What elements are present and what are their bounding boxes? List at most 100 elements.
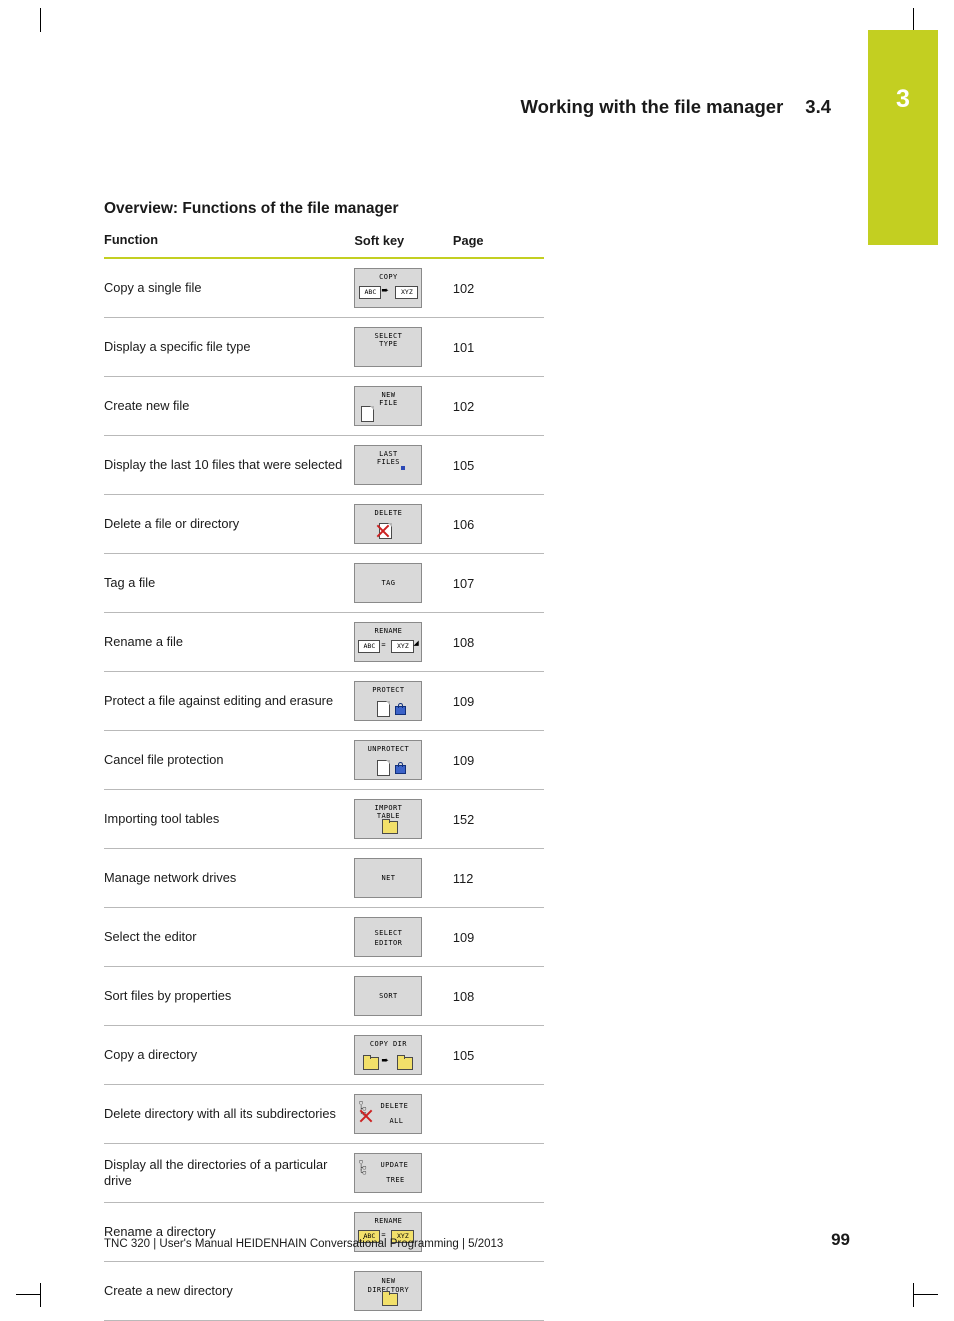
softkey-label: IMPORT [374,804,403,813]
net-softkey[interactable]: NET [354,858,423,899]
crop-mark-bottom-right [913,1283,914,1307]
new-directory-softkey[interactable]: NEW DIRECTORY [354,1271,423,1312]
cell-softkey: NEW FILE [354,376,445,437]
crop-mark-bottom-left [40,1283,41,1307]
file-manager-functions-table: Function Soft key Page Copy a single fil… [104,232,544,1321]
chapter-tab: 3 [868,30,938,245]
function-label: Tag a file [104,575,156,591]
function-label: Cancel file protection [104,752,224,768]
function-label: Importing tool tables [104,811,220,827]
softkey-label: NEW [381,391,396,400]
tree-icon: ▢ ├▢ └▢ [359,1159,367,1177]
file-icon [361,406,375,423]
page-number: 99 [831,1230,850,1249]
softkey-glyph [355,522,421,540]
last-files-softkey[interactable]: LAST FILES [354,445,423,486]
function-label: Display all the directories of a particu… [104,1157,328,1189]
softkey-label: LAST [379,450,398,459]
cell-function: Display all the directories of a particu… [104,1143,355,1204]
xyz-box: XYZ [395,286,419,300]
header-softkey: Soft key [354,232,445,260]
running-head: Working with the file manager 3.4 [104,96,831,118]
protect-softkey[interactable]: PROTECT [354,681,423,722]
cell-page: 109 [444,730,544,791]
unprotect-softkey[interactable]: UNPROTECT [354,740,423,781]
softkey-label: COPY DIR [369,1040,407,1049]
function-label: Create a new directory [104,1283,233,1299]
new-file-softkey[interactable]: NEW FILE [354,386,423,427]
footer-text: TNC 320 | User's Manual HEIDENHAIN Conve… [104,1238,504,1250]
cell-function: Delete a file or directory [104,494,355,555]
cell-page: 109 [444,671,544,732]
cell-function: Protect a file against editing and erasu… [104,671,355,732]
select-editor-softkey[interactable]: SELECT EDITOR [354,917,423,958]
softkey-label: PROTECT [372,686,405,695]
cell-softkey: COPY DIR ➨ [354,1025,445,1086]
table-row: Create new file NEW FILE 102 [104,376,544,437]
rename-file-softkey[interactable]: RENAME ABC = XYZ ◢ [354,622,423,663]
select-type-softkey[interactable]: SELECT TYPE [354,327,423,368]
cell-page: 105 [444,1025,544,1086]
softkey-glyph [355,876,421,894]
table-row: Display the last 10 files that were sele… [104,435,544,496]
folder-icon [397,1055,414,1071]
softkey-glyph: ➨ [355,1053,421,1071]
cell-function: Select the editor [104,907,355,968]
crop-mark-bottom-right-h [914,1294,938,1295]
function-label: Display a specific file type [104,339,251,355]
softkey-label: COPY [379,273,398,282]
table-row: Display all the directories of a particu… [104,1143,544,1204]
cell-softkey: UNPROTECT [354,730,445,791]
lock-icon [395,762,407,775]
table-row: Protect a file against editing and erasu… [104,671,544,732]
running-head-section: 3.4 [805,96,831,117]
folder-icon [382,819,399,835]
softkey-label: RENAME [374,1217,403,1226]
chapter-number: 3 [896,85,910,113]
import-table-softkey[interactable]: IMPORT TABLE [354,799,423,840]
table-row: Delete a file or directory DELETE 106 [104,494,544,555]
update-tree-softkey[interactable]: UPDATE TREE ▢ ├▢ └▢ [354,1153,423,1194]
cell-softkey: TAG [354,553,445,614]
function-label: Protect a file against editing and erasu… [104,693,334,709]
function-label: Delete directory with all its subdirecto… [104,1106,336,1122]
equals-icon: = [381,641,386,650]
function-label: Sort files by properties [104,988,232,1004]
delete-softkey[interactable]: DELETE [354,504,423,545]
cell-softkey: SORT [354,966,445,1027]
cell-softkey: RENAME ABC = XYZ [354,1202,445,1263]
cell-page: 102 [444,376,544,437]
softkey-glyph [355,758,421,777]
copy-file-softkey[interactable]: COPY ABC ➨ XYZ [354,268,423,309]
table-body: Copy a single file COPY ABC ➨ XYZ 102 Display … [104,258,544,1321]
cell-softkey: SELECT EDITOR [354,907,445,968]
cell-function: Display the last 10 files that were sele… [104,435,355,496]
table-row: Rename a file RENAME ABC = XYZ ◢ 108 [104,612,544,673]
table-row: Manage network drives NET 112 [104,848,544,909]
running-head-title: Working with the file manager [520,96,784,117]
cell-page: 112 [444,848,544,909]
folder-icon [382,1291,399,1307]
softkey-glyph [355,935,421,953]
softkey-glyph [355,345,421,363]
cell-function: Sort files by properties [104,966,355,1027]
cell-function: Delete directory with all its subdirecto… [104,1084,355,1145]
copy-dir-softkey[interactable]: COPY DIR ➨ [354,1035,423,1076]
tag-softkey[interactable]: TAG [354,563,423,604]
delete-all-softkey[interactable]: DELETE ALL ▢ ├▢ └▢ [354,1094,423,1135]
cell-softkey: UPDATE TREE ▢ ├▢ └▢ [354,1143,445,1204]
sort-softkey[interactable]: SORT [354,976,423,1017]
cell-softkey: DELETE [354,494,445,555]
table-row: Cancel file protection UNPROTECT 109 [104,730,544,791]
softkey-glyph [355,1289,421,1307]
cell-page: 108 [444,612,544,673]
header-function: Function [104,232,355,260]
file-icon [377,701,391,718]
folder-icon [363,1055,380,1071]
table-row: Copy a single file COPY ABC ➨ XYZ 102 [104,258,544,319]
arrow-icon: ➨ [381,1056,389,1067]
softkey-glyph [355,994,421,1012]
cell-function: Copy a directory [104,1025,355,1086]
cell-softkey: SELECT TYPE [354,317,445,378]
file-icon [377,760,391,777]
